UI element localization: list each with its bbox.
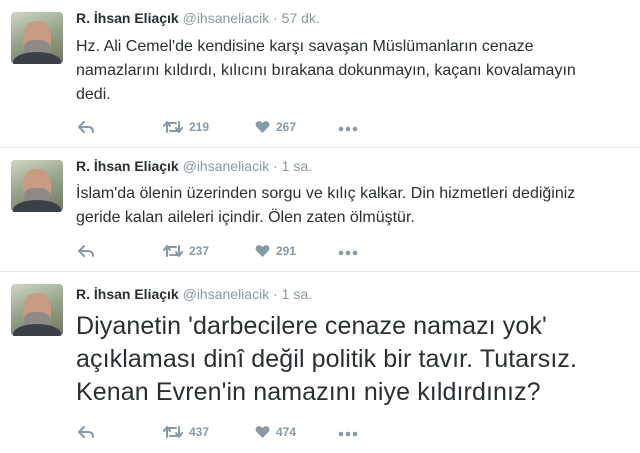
- user-handle[interactable]: @ihsaneliacik: [183, 158, 270, 174]
- tweet-3[interactable]: R. İhsan Eliaçık @ihsaneliacik · 1 sa. D…: [0, 272, 640, 453]
- retweet-icon: [163, 245, 183, 257]
- separator: ·: [273, 158, 278, 174]
- user-name[interactable]: R. İhsan Eliaçık: [76, 158, 179, 174]
- retweet-button[interactable]: 219: [163, 120, 209, 134]
- heart-icon: [255, 245, 270, 257]
- retweet-icon: [163, 121, 183, 133]
- like-button[interactable]: 474: [255, 425, 296, 439]
- tweet-text-line: geride kalan aileleri içindir. Ölen zate…: [76, 209, 415, 226]
- separator: ·: [273, 286, 278, 302]
- tweet-1[interactable]: R. İhsan Eliaçık @ihsaneliacik · 57 dk. …: [0, 0, 640, 148]
- like-count: 267: [276, 120, 297, 134]
- like-button[interactable]: 291: [255, 244, 296, 258]
- tweet-2[interactable]: R. İhsan Eliaçık @ihsaneliacik · 1 sa. İ…: [0, 148, 640, 272]
- user-handle[interactable]: @ihsaneliacik: [183, 10, 270, 26]
- retweet-count: 219: [189, 120, 210, 134]
- retweet-icon: [163, 426, 183, 438]
- more-icon: [338, 431, 358, 437]
- reply-button[interactable]: [78, 425, 94, 439]
- more-button[interactable]: [338, 250, 358, 256]
- tweet-header: R. İhsan Eliaçık @ihsaneliacik · 1 sa.: [76, 158, 312, 174]
- like-count: 474: [276, 425, 297, 439]
- retweet-button[interactable]: 237: [163, 244, 209, 258]
- tweet-header: R. İhsan Eliaçık @ihsaneliacik · 1 sa.: [76, 286, 312, 302]
- user-avatar[interactable]: [11, 12, 63, 64]
- user-avatar[interactable]: [11, 284, 63, 336]
- tweet-text-line: açıklaması dinî değil politik bir tavır.…: [76, 345, 578, 373]
- tweet-header: R. İhsan Eliaçık @ihsaneliacik · 57 dk.: [76, 10, 320, 26]
- heart-icon: [255, 121, 270, 133]
- tweet-text-line: Hz. Ali Cemel'de kendisine karşı savaşan…: [76, 38, 534, 55]
- more-button[interactable]: [338, 126, 358, 132]
- tweet-text: İslam'da ölenin üzerinden sorgu ve kılıç…: [76, 182, 631, 230]
- reply-icon: [78, 121, 94, 133]
- user-name[interactable]: R. İhsan Eliaçık: [76, 286, 179, 302]
- tweet-text-line: namazlarını kıldırdı, kılıcını bırakana …: [76, 62, 576, 79]
- separator: ·: [273, 10, 278, 26]
- tweet-text-line: Diyanetin 'darbecilere cenaze namazı yok…: [76, 312, 547, 340]
- like-button[interactable]: 267: [255, 120, 296, 134]
- more-button[interactable]: [338, 431, 358, 437]
- like-count: 291: [276, 244, 297, 258]
- reply-icon: [78, 426, 94, 438]
- user-name[interactable]: R. İhsan Eliaçık: [76, 10, 179, 26]
- tweet-text: Diyanetin 'darbecilere cenaze namazı yok…: [76, 310, 636, 409]
- reply-button[interactable]: [78, 244, 94, 258]
- heart-icon: [255, 426, 270, 438]
- retweet-button[interactable]: 437: [163, 425, 209, 439]
- retweet-count: 237: [189, 244, 210, 258]
- tweet-text: Hz. Ali Cemel'de kendisine karşı savaşan…: [76, 35, 631, 107]
- tweet-time[interactable]: 1 sa.: [282, 158, 312, 174]
- tweet-time[interactable]: 1 sa.: [282, 286, 312, 302]
- user-handle[interactable]: @ihsaneliacik: [183, 286, 270, 302]
- tweet-time[interactable]: 57 dk.: [282, 10, 320, 26]
- reply-icon: [78, 245, 94, 257]
- tweet-text-line: Kenan Evren'in namazını niye kıldırdınız…: [76, 378, 541, 406]
- more-icon: [338, 250, 358, 256]
- tweet-text-line: dedi.: [76, 86, 111, 103]
- user-avatar[interactable]: [11, 160, 63, 212]
- tweet-text-line: İslam'da ölenin üzerinden sorgu ve kılıç…: [76, 185, 576, 202]
- reply-button[interactable]: [78, 120, 94, 134]
- more-icon: [338, 126, 358, 132]
- retweet-count: 437: [189, 425, 210, 439]
